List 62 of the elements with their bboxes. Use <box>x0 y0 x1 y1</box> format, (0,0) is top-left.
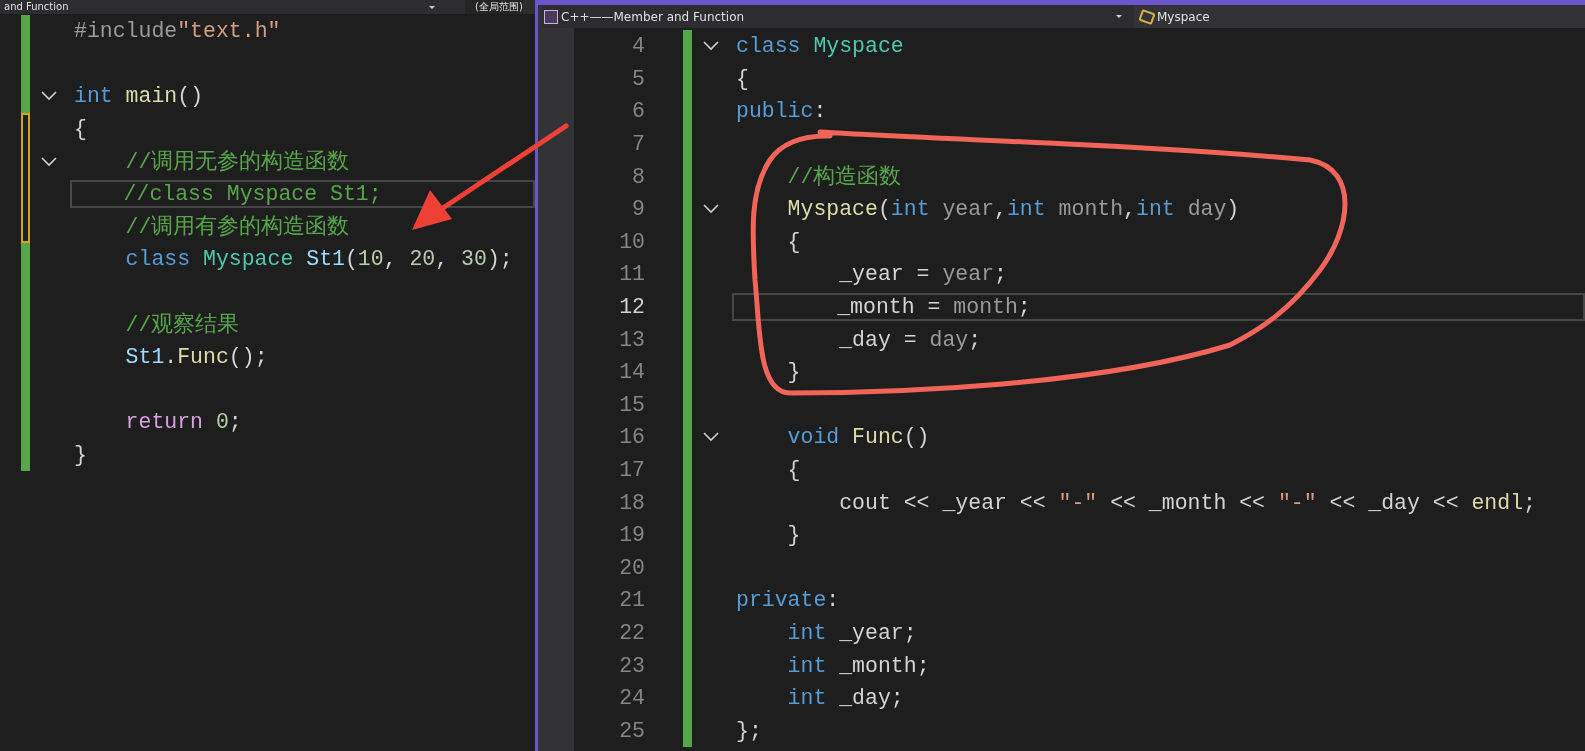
line-number: 14 <box>618 360 645 385</box>
line-number: 19 <box>618 523 645 548</box>
line-number: 18 <box>618 490 645 515</box>
code-line: int _day; <box>786 685 905 713</box>
code-line: } <box>74 442 88 469</box>
line-number: 9 <box>631 197 645 222</box>
code-line: } <box>786 359 802 387</box>
code-line: }; <box>736 717 763 745</box>
code-line: //调用无参的构造函数 <box>124 148 351 176</box>
line-number: 16 <box>618 425 645 450</box>
code-line: Myspace(int year,int month,int day) <box>786 196 1241 224</box>
class-icon <box>1138 8 1156 25</box>
line-number: 17 <box>618 458 645 482</box>
line-number: 25 <box>618 718 645 743</box>
collapse-chevron-icon[interactable] <box>702 204 719 215</box>
code-line: public: <box>736 98 828 126</box>
line-number: 13 <box>618 327 645 352</box>
line-number: 7 <box>631 132 645 157</box>
code-line: { <box>786 228 802 256</box>
code-line: } <box>786 522 802 550</box>
code-line: int _month; <box>786 652 931 680</box>
code-line: //构造函数 <box>786 163 903 191</box>
code-line: class Myspace St1(10, 20, 30); <box>124 246 514 274</box>
code-line: int _year; <box>786 620 918 647</box>
code-line: cout << _year << "-" << _month << "-" << _day << endl; <box>838 489 1537 517</box>
line-number: 22 <box>618 621 645 645</box>
code-line: //观察结果 <box>124 311 241 339</box>
collapse-chevron-icon[interactable] <box>702 432 719 443</box>
collapse-chevron-icon[interactable] <box>40 156 57 167</box>
line-number: 6 <box>631 99 645 124</box>
line-number: 21 <box>618 588 645 613</box>
scope-dropdown[interactable]: Myspace <box>1157 9 1210 24</box>
project-icon <box>544 9 558 24</box>
line-number: 11 <box>618 262 645 287</box>
dropdown-caret-icon[interactable] <box>429 5 435 9</box>
collapse-chevron-icon[interactable] <box>702 41 719 52</box>
line-number: 5 <box>631 66 645 91</box>
collapse-chevron-icon[interactable] <box>40 91 57 102</box>
dropdown-caret-icon[interactable] <box>1116 15 1122 18</box>
code-line: class Myspace <box>736 33 905 61</box>
line-number: 8 <box>631 164 645 189</box>
code-line: { <box>74 116 88 144</box>
line-number: 10 <box>618 229 645 254</box>
code-line: _day = day; <box>838 326 983 354</box>
line-number: 12 <box>618 295 645 320</box>
line-number: 4 <box>631 34 645 59</box>
code-line: _year = year; <box>838 261 1008 289</box>
code-line: St1.Func(); <box>124 344 269 372</box>
code-line: { <box>786 457 802 484</box>
code-line: //调用有参的构造函数 <box>124 213 351 241</box>
line-number: 24 <box>618 686 645 711</box>
line-number: 20 <box>618 555 645 580</box>
code-line: return 0; <box>124 409 243 437</box>
code-line: int main() <box>74 83 205 111</box>
project-dropdown[interactable]: C++——Member and Function <box>561 9 1116 24</box>
code-line: { <box>736 65 750 93</box>
line-number: 15 <box>618 392 645 417</box>
project-dropdown[interactable]: and Function <box>0 0 429 14</box>
code-line: void Func() <box>786 424 931 452</box>
code-line: #include"text.h" <box>74 18 282 46</box>
line-number: 23 <box>618 653 645 678</box>
code-line: private: <box>736 587 841 615</box>
